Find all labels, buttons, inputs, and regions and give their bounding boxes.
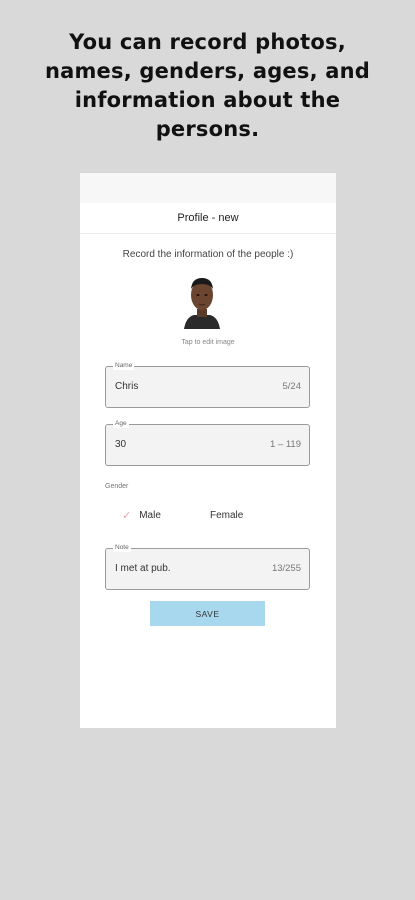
form-subtitle: Record the information of the people :)	[122, 249, 294, 260]
avatar-image[interactable]	[182, 273, 222, 329]
headline-line-3: information about the	[74, 88, 341, 112]
headline-line-4: persons.	[155, 117, 260, 141]
save-button[interactable]: SAVE	[150, 601, 265, 626]
person-photo-icon	[182, 273, 222, 329]
note-field-value: I met at pub.	[115, 563, 171, 574]
name-field[interactable]: Name Chris 5/24	[105, 361, 310, 408]
phone-screen: Profile - new Record the information of …	[80, 173, 336, 728]
gender-label: Gender	[105, 483, 129, 490]
checkmark-icon: ✓	[122, 509, 132, 522]
name-char-counter: 5/24	[282, 381, 302, 392]
gender-option-female-label: Female	[210, 509, 244, 521]
app-bar: Profile - new	[80, 203, 336, 234]
note-field-label: Note	[113, 543, 131, 552]
promo-headline: You can record photos, names, genders, a…	[0, 28, 415, 144]
age-field-label: Age	[113, 419, 129, 428]
headline-line-1: You can record photos,	[69, 30, 346, 54]
headline-line-2: names, genders, ages, and	[44, 59, 371, 83]
gender-option-male-label: Male	[139, 509, 161, 521]
age-range-hint: 1 – 119	[270, 439, 301, 450]
page-title: Profile - new	[177, 212, 239, 224]
age-field-value: 30	[115, 439, 127, 450]
gender-option-female[interactable]: Female	[210, 508, 243, 522]
status-bar	[80, 173, 336, 203]
tap-to-edit-hint: Tap to edit image	[181, 339, 235, 346]
age-field[interactable]: Age 30 1 – 119	[105, 419, 310, 466]
name-field-label: Name	[113, 361, 135, 370]
note-field[interactable]: Note I met at pub. 13/255	[105, 543, 310, 590]
name-field-value: Chris	[115, 381, 139, 392]
gender-option-male[interactable]: ✓ Male	[122, 508, 161, 522]
note-char-counter: 13/255	[271, 563, 301, 574]
